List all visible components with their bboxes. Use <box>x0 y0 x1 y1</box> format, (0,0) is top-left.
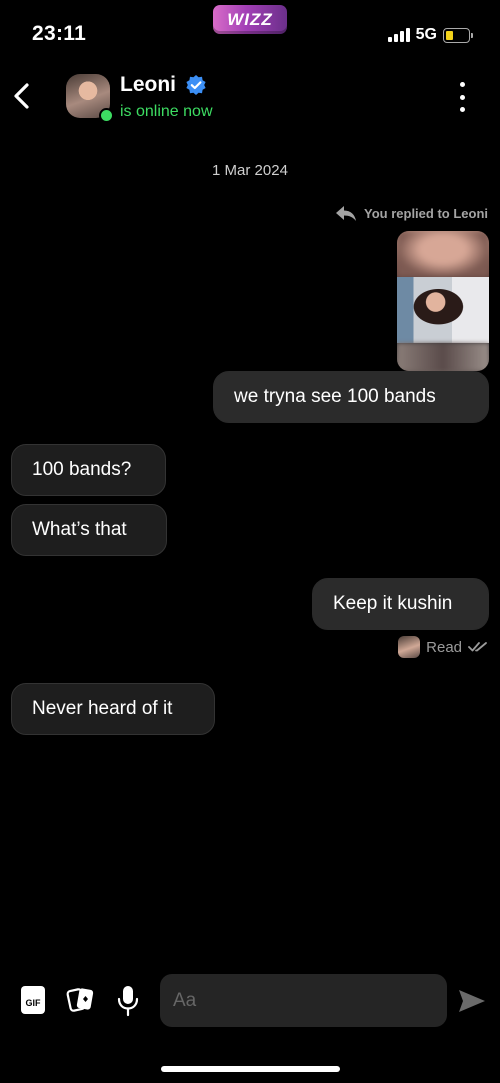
dot-icon <box>459 107 465 112</box>
read-receipt-text: Read <box>426 638 462 656</box>
contact-name[interactable]: Leoni <box>120 73 176 97</box>
app-brand-badge: WIZZ <box>213 5 287 34</box>
message-bubble-incoming[interactable]: Never heard of it <box>11 683 215 735</box>
message-input[interactable]: Aa <box>160 974 447 1027</box>
signal-icon <box>387 28 410 42</box>
send-icon <box>459 990 485 1012</box>
chevron-left-icon <box>14 83 29 109</box>
online-dot <box>99 108 114 123</box>
gif-button[interactable]: GIF <box>21 986 45 1014</box>
home-indicator[interactable] <box>161 1066 340 1072</box>
send-button[interactable] <box>457 988 487 1014</box>
message-bubble-incoming[interactable]: What’s that <box>11 504 167 556</box>
online-status: is online now <box>120 103 213 120</box>
read-receipt: Read <box>398 636 488 658</box>
dot-icon <box>459 82 465 87</box>
date-separator: 1 Mar 2024 <box>212 162 288 179</box>
cards-icon <box>66 988 94 1012</box>
photo-blur-top <box>397 231 489 277</box>
microphone-button[interactable] <box>117 985 139 1017</box>
double-check-icon <box>468 642 487 652</box>
battery-icon <box>443 27 473 43</box>
status-time: 23:11 <box>32 22 87 45</box>
message-bubble-outgoing[interactable]: Keep it kushin <box>312 578 489 630</box>
gif-label: GIF <box>25 998 41 1008</box>
message-bubble-incoming[interactable]: 100 bands? <box>11 444 166 496</box>
network-type: 5G <box>415 26 437 43</box>
microphone-icon <box>117 986 139 1017</box>
back-button[interactable] <box>8 78 42 114</box>
dot-icon <box>459 94 465 100</box>
photo-blur-bottom <box>397 343 489 371</box>
message-input-placeholder: Aa <box>173 989 197 1011</box>
photo-preview <box>397 277 489 343</box>
verified-badge-icon <box>185 74 207 96</box>
cards-button[interactable] <box>66 985 96 1015</box>
message-bubble-outgoing[interactable]: we tryna see 100 bands <box>213 371 489 423</box>
reply-indicator-text: You replied to Leoni <box>364 205 488 221</box>
reply-arrow-icon <box>336 206 357 221</box>
replied-photo[interactable] <box>397 231 489 371</box>
more-options-button[interactable] <box>450 82 474 112</box>
read-avatar <box>398 636 421 658</box>
status-indicators: 5G <box>387 26 473 44</box>
reply-indicator: You replied to Leoni <box>334 204 488 222</box>
